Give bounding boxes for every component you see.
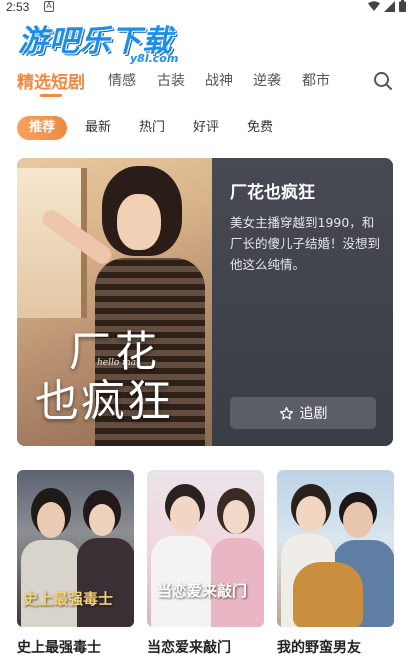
drama-title: 我的野蛮男友 (277, 640, 361, 656)
tab-war-god[interactable]: 战神 (205, 70, 233, 90)
featured-title: 厂花也疯狂 (230, 183, 315, 203)
drama-poster[interactable]: 当恋爱来敲门 (147, 470, 264, 627)
poster-script-text: hello ma (97, 358, 137, 368)
poster-figure-face (117, 194, 161, 250)
featured-poster[interactable]: 厂花 也疯狂 hello ma (17, 158, 212, 446)
drama-card[interactable]: 史上最强毒士 史上最强毒士 (17, 470, 134, 656)
drama-card[interactable]: 当恋爱来敲门 当恋爱来敲门 (147, 470, 264, 656)
battery-icon (399, 0, 406, 12)
poster-caption: 史上最强毒士 (23, 590, 114, 608)
search-icon (374, 72, 392, 90)
filter-hot[interactable]: 热门 (139, 116, 165, 140)
search-button[interactable] (372, 70, 394, 92)
poster-dog (293, 562, 363, 627)
tab-comeback[interactable]: 逆袭 (253, 70, 281, 90)
tab-romance[interactable]: 情感 (108, 70, 136, 90)
tab-costume[interactable]: 古装 (157, 70, 185, 90)
star-outline-icon (279, 406, 293, 419)
filter-latest[interactable]: 最新 (85, 116, 111, 140)
poster-title-line1: 厂花 (69, 327, 162, 376)
featured-description: 美女主播穿越到1990，和厂长的傻儿子结婚！没想到他这么纯情。 (230, 215, 381, 272)
drama-title: 史上最强毒士 (17, 640, 101, 656)
filter-recommended[interactable]: 推荐 (17, 116, 68, 140)
active-tab-indicator (40, 94, 62, 97)
drama-poster[interactable] (277, 470, 394, 627)
poster-figure-face (170, 496, 200, 534)
follow-drama-button[interactable]: 追剧 (230, 397, 376, 429)
drama-grid: 史上最强毒士 史上最强毒士 当恋爱来敲门 当恋爱来敲门 我的野蛮男友 (17, 470, 397, 657)
filter-row: 推荐 最新 热门 好评 免费 (0, 116, 412, 142)
drama-title: 当恋爱来敲门 (147, 640, 231, 656)
poster-caption: 当恋爱来敲门 (157, 582, 248, 600)
watermark-logo: 游吧乐下载 y8l.com (18, 16, 188, 68)
filter-free[interactable]: 免费 (247, 116, 273, 140)
tab-featured-shorts[interactable]: 精选短剧 (17, 68, 85, 93)
poster-title-line2: 也疯狂 (35, 376, 173, 427)
featured-info-panel: 厂花也疯狂 美女主播穿越到1990，和厂长的傻儿子结婚！没想到他这么纯情。 追剧 (212, 158, 393, 446)
poster-figure-face (89, 504, 115, 536)
tab-urban[interactable]: 都市 (302, 70, 330, 90)
poster-figure-body (77, 538, 134, 627)
poster-figure-face (296, 496, 326, 532)
featured-drama-card[interactable]: 厂花 也疯狂 hello ma 厂花也疯狂 美女主播穿越到1990，和厂长的傻儿… (17, 158, 393, 446)
follow-button-label: 追剧 (299, 406, 328, 422)
poster-figure-face (343, 502, 373, 538)
signal-icon (384, 0, 395, 12)
drama-card[interactable]: 我的野蛮男友 (277, 470, 394, 656)
wifi-icon (368, 0, 380, 11)
poster-figure-face (223, 500, 249, 534)
poster-title: 厂花 也疯狂 (35, 328, 173, 428)
status-indicators (368, 0, 406, 12)
status-bar: 2:53 A (0, 0, 412, 14)
notification-icon: A (44, 1, 54, 12)
poster-figure-body (21, 540, 81, 627)
category-tabs: 精选短剧 情感 古装 战神 逆袭 都市 (0, 64, 412, 98)
drama-poster[interactable]: 史上最强毒士 (17, 470, 134, 627)
status-time: 2:53 (6, 0, 30, 14)
filter-top-rated[interactable]: 好评 (193, 116, 219, 140)
poster-figure-face (37, 502, 65, 538)
